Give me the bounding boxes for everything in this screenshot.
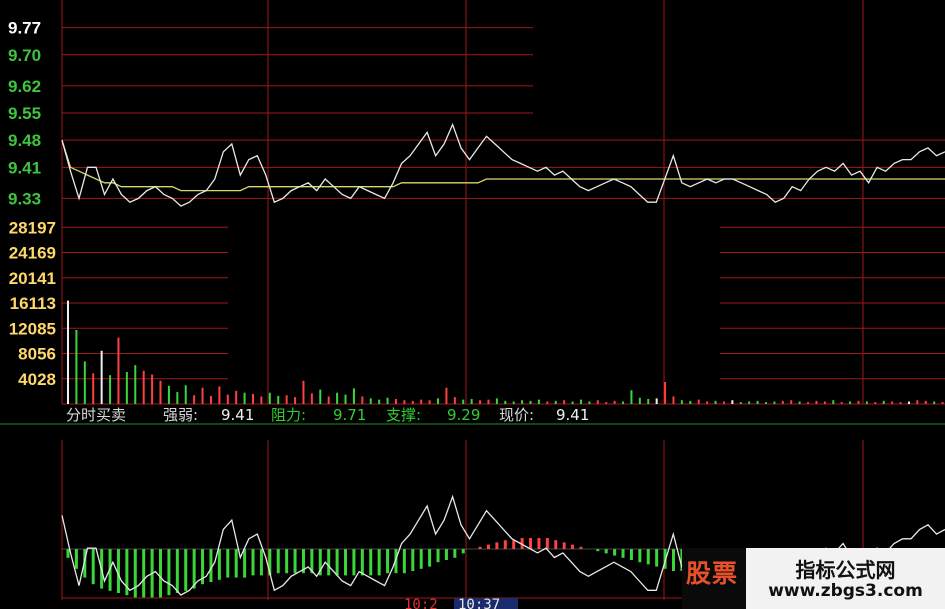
indicator-label: 支撑: bbox=[386, 406, 421, 424]
price-line bbox=[61, 122, 945, 207]
price-tick-label: 9.77 bbox=[8, 19, 41, 38]
volume-axis: 28197 24169 20141 16113 12085 8056 4028 bbox=[9, 218, 56, 388]
indicator-label: 强弱: bbox=[163, 406, 198, 424]
indicator-labels: 分时买卖 强弱: 9.41 阻力: 9.71 支撑: 9.29 现价: 9.41 bbox=[66, 406, 589, 424]
chart-grid bbox=[0, 0, 945, 600]
price-tick-label: 9.70 bbox=[8, 46, 41, 65]
volume-tick-label: 28197 bbox=[9, 218, 56, 237]
time-label-1: 10:2 bbox=[404, 598, 438, 609]
indicator-label: 9.29 bbox=[447, 406, 480, 424]
watermark-url: www.zbgs3.com bbox=[768, 581, 923, 601]
price-tick-label: 9.33 bbox=[8, 189, 41, 208]
price-tick-label: 9.48 bbox=[8, 131, 41, 150]
volume-tick-label: 16113 bbox=[10, 294, 56, 313]
indicator-label: 分时买卖 bbox=[66, 406, 126, 424]
watermark-left: 股票 bbox=[682, 548, 752, 609]
indicator-label: 现价: bbox=[499, 406, 534, 424]
watermark-right: 指标公式网 www.zbgs3.com bbox=[746, 548, 945, 609]
indicator-label: 9.71 bbox=[333, 406, 366, 424]
price-tick-label: 9.55 bbox=[8, 104, 41, 123]
price-tick-label: 9.62 bbox=[8, 77, 41, 96]
volume-tick-label: 12085 bbox=[9, 319, 56, 338]
time-label-2: 10:37 bbox=[454, 598, 518, 609]
watermark-left-text: 股票 bbox=[686, 559, 739, 588]
volume-tick-label: 20141 bbox=[9, 269, 56, 288]
indicator-label: 9.41 bbox=[221, 406, 254, 424]
watermark-title: 指标公式网 bbox=[795, 558, 896, 582]
intraday-chart: 9.779.709.629.559.489.419.33 28197241692… bbox=[0, 0, 945, 600]
volume-tick-label: 8056 bbox=[18, 345, 56, 364]
indicator-label: 阻力: bbox=[271, 406, 306, 424]
price-tick-label: 9.41 bbox=[8, 158, 41, 177]
volume-bars bbox=[67, 300, 944, 404]
average-price-line bbox=[61, 140, 945, 192]
volume-tick-label: 24169 bbox=[9, 244, 56, 263]
indicator-label: 9.41 bbox=[556, 406, 589, 424]
volume-tick-label: 4028 bbox=[18, 370, 56, 389]
price-axis: 9.77 9.70 9.62 9.55 9.48 9.41 9.33 bbox=[8, 19, 41, 209]
